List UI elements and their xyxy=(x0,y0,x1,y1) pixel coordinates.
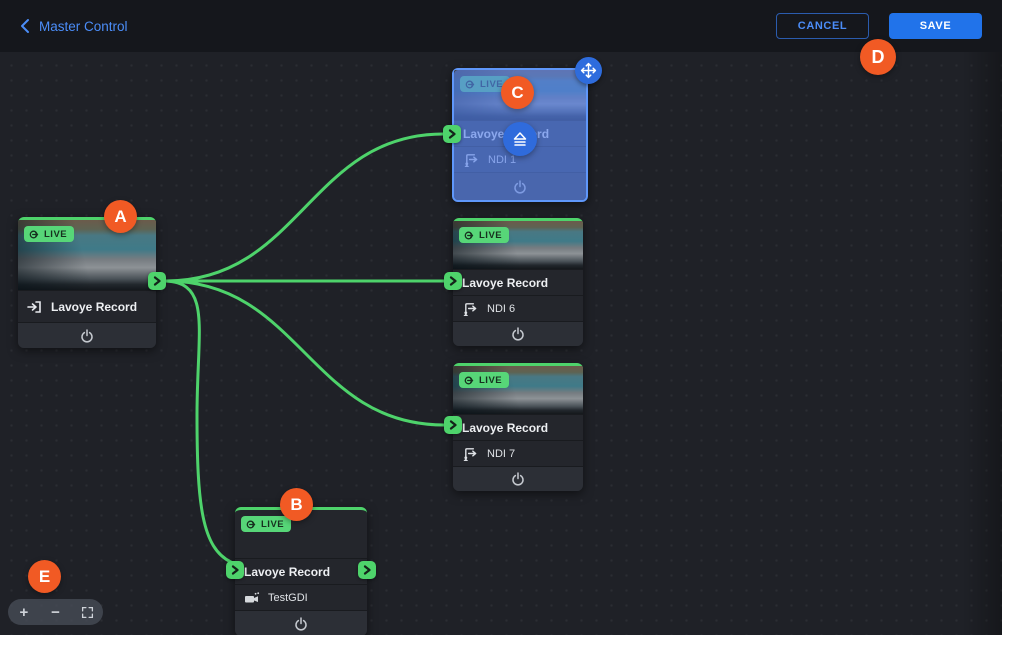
output-port-source[interactable] xyxy=(148,272,166,290)
node-ndi7[interactable]: LIVE Lavoye Record NDI 7 xyxy=(453,363,583,491)
output-name: NDI 1 xyxy=(488,154,516,166)
move-icon xyxy=(580,62,597,79)
capture-device-icon xyxy=(244,592,260,604)
stream-icon xyxy=(246,519,257,530)
ndi-output-icon xyxy=(463,152,480,167)
input-port-testgdi[interactable] xyxy=(226,561,244,579)
live-badge: LIVE xyxy=(459,227,509,243)
power-button[interactable] xyxy=(453,321,583,346)
node-title-row: Lavoye Record xyxy=(453,414,583,440)
ndi-output-icon xyxy=(462,446,479,461)
input-icon xyxy=(27,300,43,314)
live-label: LIVE xyxy=(261,519,284,530)
save-button[interactable]: SAVE xyxy=(889,13,982,39)
node-testgdi[interactable]: LIVE Lavoye Record TestGDI xyxy=(235,507,367,635)
output-port-testgdi[interactable] xyxy=(358,561,376,579)
fit-view-icon xyxy=(81,606,94,619)
live-label: LIVE xyxy=(480,79,503,90)
power-button[interactable] xyxy=(235,610,367,635)
zoom-in-button[interactable]: + xyxy=(12,600,36,624)
power-icon xyxy=(80,329,94,343)
live-label: LIVE xyxy=(479,375,502,386)
power-icon xyxy=(511,327,525,341)
annotation-marker-c: C xyxy=(501,76,534,109)
back-chevron-icon xyxy=(20,18,30,34)
power-icon xyxy=(511,472,525,486)
header-actions: CANCEL SAVE xyxy=(776,13,982,39)
eject-button[interactable] xyxy=(503,122,537,156)
node-title: Lavoye Record xyxy=(462,421,548,435)
annotation-marker-a: A xyxy=(104,200,137,233)
output-name: TestGDI xyxy=(268,592,308,604)
top-bar: Master Control CANCEL SAVE xyxy=(0,0,1002,52)
output-name: NDI 6 xyxy=(487,303,515,315)
node-title-row: Lavoye Record xyxy=(453,269,583,295)
stream-icon xyxy=(464,375,475,386)
stream-icon xyxy=(29,229,40,240)
live-badge: LIVE xyxy=(24,226,74,242)
output-name: NDI 7 xyxy=(487,448,515,460)
power-button[interactable] xyxy=(18,322,156,348)
power-icon xyxy=(513,180,527,194)
input-port-ndi6[interactable] xyxy=(444,272,462,290)
power-button[interactable] xyxy=(453,466,583,491)
zoom-out-button[interactable]: − xyxy=(43,600,67,624)
move-handle[interactable] xyxy=(575,57,602,84)
cancel-button[interactable]: CANCEL xyxy=(776,13,869,39)
live-badge: LIVE xyxy=(459,372,509,388)
annotation-marker-b: B xyxy=(280,488,313,521)
annotation-marker-d: D xyxy=(860,39,896,75)
node-title-row: Lavoye Record xyxy=(235,558,367,584)
node-title: Lavoye Record xyxy=(51,300,137,314)
power-icon xyxy=(294,617,308,631)
stream-icon xyxy=(465,79,476,90)
annotation-marker-e: E xyxy=(28,560,61,593)
node-title: Lavoye Record xyxy=(244,565,330,579)
node-ndi6[interactable]: LIVE Lavoye Record NDI 6 xyxy=(453,218,583,346)
ndi-output-icon xyxy=(462,301,479,316)
node-title-row: Lavoye Record xyxy=(18,290,156,322)
video-thumbnail: LIVE xyxy=(18,220,156,290)
live-label: LIVE xyxy=(479,230,502,241)
node-output-row: NDI 7 xyxy=(453,440,583,466)
input-port-ndi7[interactable] xyxy=(444,416,462,434)
input-port-ndi1[interactable] xyxy=(443,125,461,143)
video-thumbnail: LIVE xyxy=(453,221,583,269)
live-badge: LIVE xyxy=(241,516,291,532)
back-label: Master Control xyxy=(39,19,128,34)
node-source[interactable]: LIVE Lavoye Record xyxy=(18,217,156,348)
node-output-row: NDI 6 xyxy=(453,295,583,321)
node-output-row: TestGDI xyxy=(235,584,367,610)
video-thumbnail: LIVE xyxy=(453,366,583,414)
stream-icon xyxy=(464,230,475,241)
fit-view-button[interactable] xyxy=(75,600,99,624)
power-button[interactable] xyxy=(454,172,586,200)
eject-icon xyxy=(511,131,529,147)
canvas-zoom-controls: + − xyxy=(8,599,103,625)
back-link[interactable]: Master Control xyxy=(20,18,128,34)
node-title: Lavoye Record xyxy=(462,276,548,290)
live-label: LIVE xyxy=(44,229,67,240)
